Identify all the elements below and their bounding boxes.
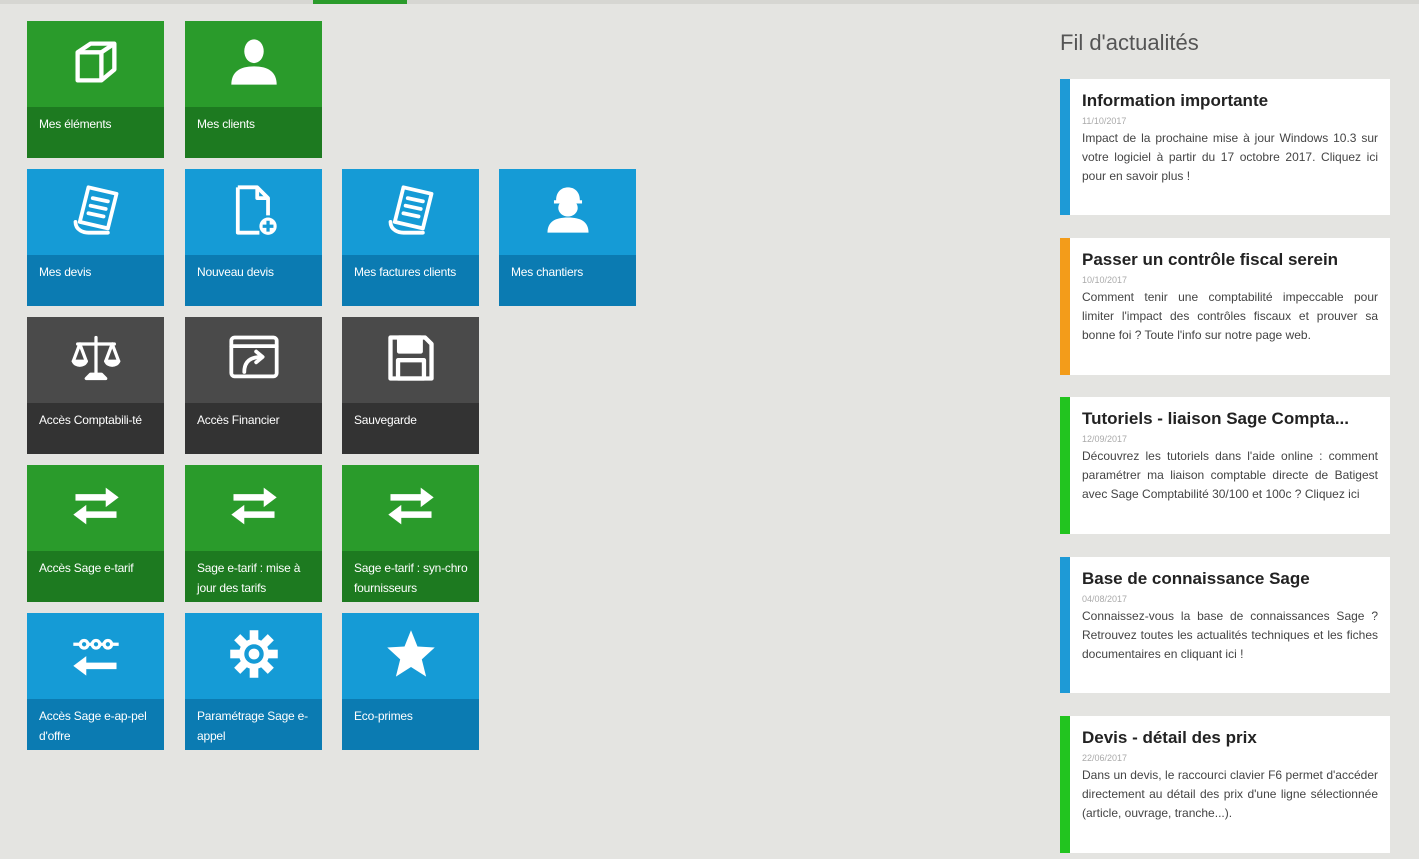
- tile-label: Sage e-tarif : syn-chro fournisseurs: [342, 551, 479, 602]
- tile-sage-e-tarif-synchro[interactable]: Sage e-tarif : syn-chro fournisseurs: [342, 465, 479, 602]
- tile-acces-financier[interactable]: Accès Financier: [185, 317, 322, 454]
- exchange-arrows-icon: [69, 479, 123, 538]
- invoice-icon: [384, 183, 438, 242]
- tile-label: Accès Financier: [185, 403, 322, 454]
- news-title[interactable]: Passer un contrôle fiscal serein: [1082, 250, 1378, 270]
- tile-eco-primes[interactable]: Eco-primes: [342, 613, 479, 750]
- news-title[interactable]: Information importante: [1082, 91, 1378, 111]
- tile-acces-comptabilite[interactable]: Accès Comptabili-té: [27, 317, 164, 454]
- tile-label: Accès Comptabili-té: [27, 403, 164, 454]
- tile-mes-chantiers[interactable]: Mes chantiers: [499, 169, 636, 306]
- tile-mes-factures-clients[interactable]: Mes factures clients: [342, 169, 479, 306]
- tile-acces-sage-e-tarif[interactable]: Accès Sage e-tarif: [27, 465, 164, 602]
- exchange-arrows-icon: [384, 479, 438, 538]
- tile-label: Accès Sage e-ap-pel d'offre: [27, 699, 164, 750]
- tile-parametrage-sage-e-appel[interactable]: Paramétrage Sage e-appel: [185, 613, 322, 750]
- news-title[interactable]: Tutoriels - liaison Sage Compta...: [1082, 409, 1378, 429]
- tile-acces-sage-e-appel-offre[interactable]: Accès Sage e-ap-pel d'offre: [27, 613, 164, 750]
- connector-arrow-icon: [69, 627, 123, 686]
- news-body: Connaissez-vous la base de connaissances…: [1082, 609, 1378, 661]
- exchange-arrows-icon: [227, 479, 281, 538]
- tile-label: Sage e-tarif : mise à jour des tarifs: [185, 551, 322, 602]
- news-body: Découvrez les tutoriels dans l'aide onli…: [1082, 449, 1378, 501]
- news-body: Impact de la prochaine mise à jour Windo…: [1082, 131, 1378, 183]
- tile-label: Nouveau devis: [185, 255, 322, 306]
- tile-label: Sauvegarde: [342, 403, 479, 454]
- tile-sauvegarde[interactable]: Sauvegarde: [342, 317, 479, 454]
- news-card[interactable]: Passer un contrôle fiscal serein 10/10/2…: [1060, 238, 1390, 375]
- news-date: 22/06/2017: [1082, 753, 1128, 763]
- tile-label: Mes clients: [185, 107, 322, 158]
- news-card[interactable]: Devis - détail des prix 22/06/2017 Dans …: [1060, 716, 1390, 853]
- news-card[interactable]: Information importante 11/10/2017 Impact…: [1060, 79, 1390, 215]
- news-date: 04/08/2017: [1082, 594, 1128, 604]
- news-date: 12/09/2017: [1082, 434, 1128, 444]
- star-icon: [384, 627, 438, 686]
- news-body: Comment tenir une comptabilité impeccabl…: [1082, 290, 1378, 342]
- tile-label: Mes factures clients: [342, 255, 479, 306]
- news-title[interactable]: Devis - détail des prix: [1082, 728, 1378, 748]
- news-date: 10/10/2017: [1082, 275, 1128, 285]
- news-title[interactable]: Base de connaissance Sage: [1082, 569, 1378, 589]
- tile-mes-devis[interactable]: Mes devis: [27, 169, 164, 306]
- gear-icon: [227, 627, 281, 686]
- scales-icon: [69, 331, 123, 390]
- news-card[interactable]: Base de connaissance Sage 04/08/2017 Con…: [1060, 557, 1390, 693]
- news-feed-heading: Fil d'actualités: [1060, 30, 1199, 55]
- tile-label: Paramétrage Sage e-appel: [185, 699, 322, 750]
- window-export-icon: [227, 331, 281, 390]
- user-icon: [227, 35, 281, 94]
- floppy-disk-icon: [384, 331, 438, 390]
- active-tab-indicator[interactable]: [313, 0, 407, 4]
- tile-mes-clients[interactable]: Mes clients: [185, 21, 322, 158]
- news-card[interactable]: Tutoriels - liaison Sage Compta... 12/09…: [1060, 397, 1390, 534]
- news-date: 11/10/2017: [1082, 116, 1127, 126]
- tile-sage-e-tarif-mise-a-jour[interactable]: Sage e-tarif : mise à jour des tarifs: [185, 465, 322, 602]
- tile-nouveau-devis[interactable]: Nouveau devis: [185, 169, 322, 306]
- document-list-icon: [69, 183, 123, 242]
- tile-mes-elements[interactable]: Mes éléments: [27, 21, 164, 158]
- news-body: Dans un devis, le raccourci clavier F6 p…: [1082, 768, 1378, 820]
- tile-label: Mes devis: [27, 255, 164, 306]
- tile-label: Mes éléments: [27, 107, 164, 158]
- tile-label: Mes chantiers: [499, 255, 636, 306]
- box-icon: [69, 35, 123, 94]
- new-document-icon: [227, 183, 281, 242]
- top-tab-strip: [0, 0, 1419, 4]
- tile-label: Accès Sage e-tarif: [27, 551, 164, 602]
- worker-icon: [541, 183, 595, 242]
- tile-label: Eco-primes: [342, 699, 479, 750]
